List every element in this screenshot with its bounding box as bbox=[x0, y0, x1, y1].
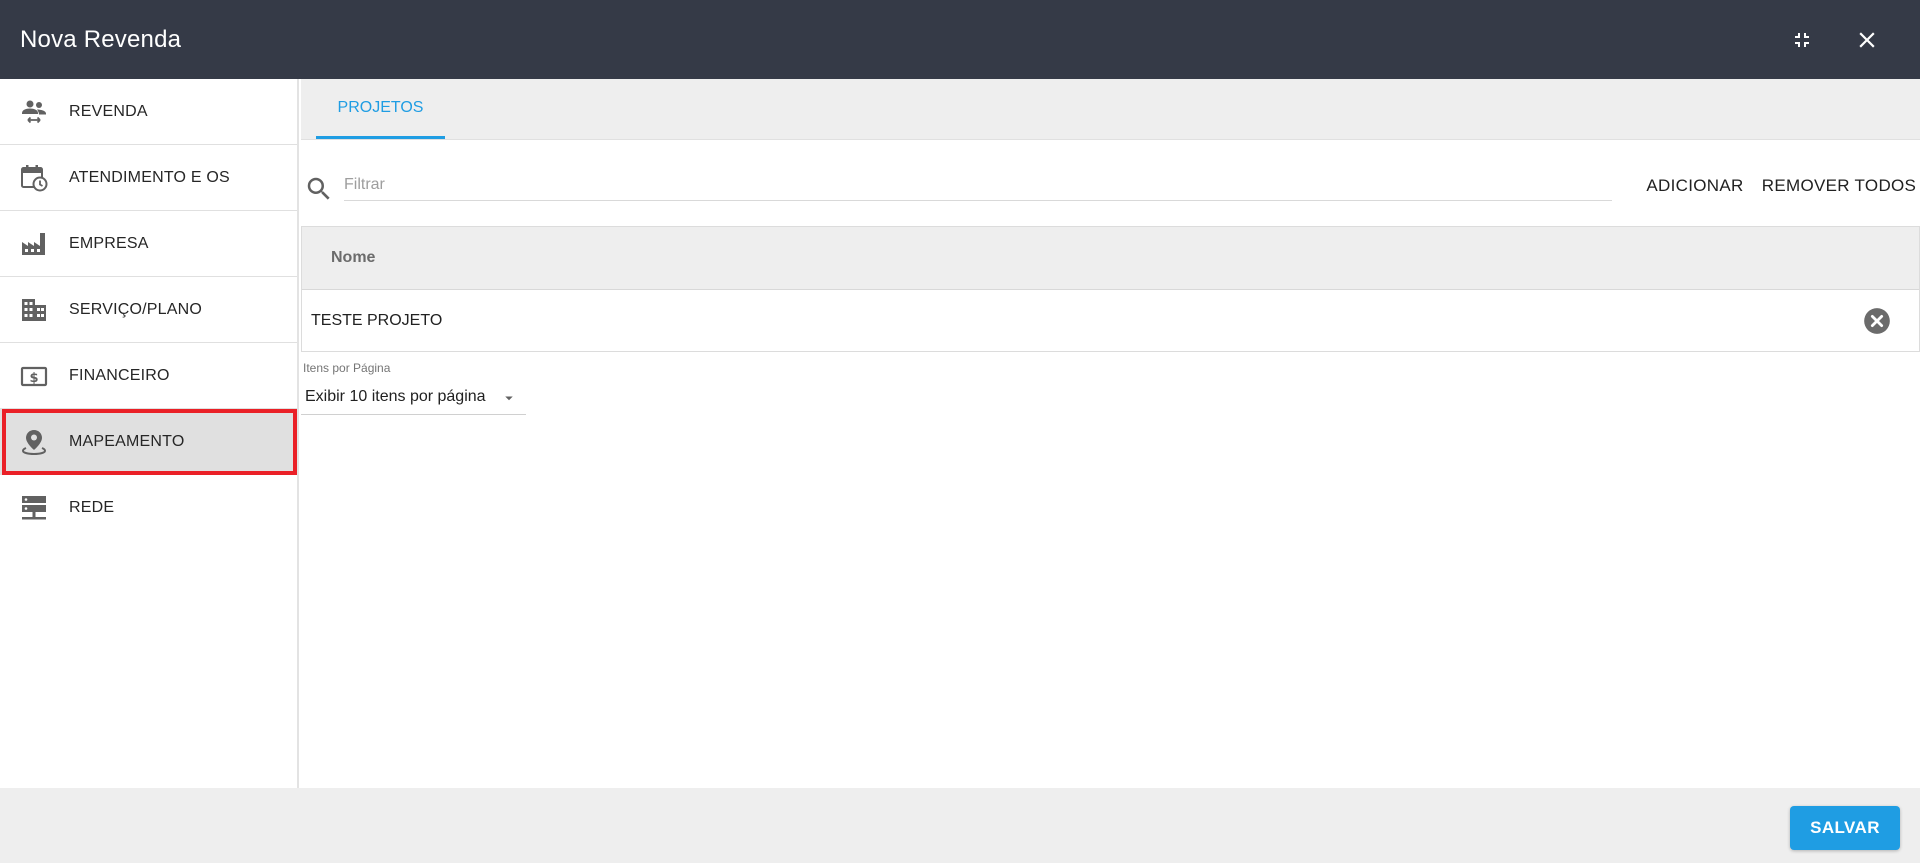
sidebar-item-empresa[interactable]: EMPRESA bbox=[0, 211, 297, 277]
dialog-title: Nova Revenda bbox=[20, 25, 182, 53]
filter-input[interactable] bbox=[344, 169, 1612, 201]
items-per-page-select[interactable]: Exibir 10 itens por página bbox=[301, 379, 526, 415]
save-button[interactable]: SALVAR bbox=[1790, 806, 1900, 850]
items-per-page-value: Exibir 10 itens por página bbox=[305, 387, 486, 405]
close-button[interactable] bbox=[1847, 20, 1887, 60]
calendar-clock-icon bbox=[21, 165, 48, 192]
factory-icon bbox=[22, 233, 45, 255]
projects-table: Nome TESTE PROJETO bbox=[301, 226, 1920, 352]
project-name: TESTE PROJETO bbox=[311, 311, 443, 329]
sidebar-item-label: FINANCEIRO bbox=[69, 366, 170, 384]
sidebar: REVENDA ATENDIMENTO E OS EMPRESA SERVIÇO… bbox=[0, 79, 299, 788]
sidebar-item-servico-plano[interactable]: SERVIÇO/PLANO bbox=[0, 277, 297, 343]
remove-row-icon[interactable] bbox=[1863, 307, 1891, 335]
sidebar-item-label: MAPEAMENTO bbox=[69, 432, 185, 450]
tab-bar: PROJETOS bbox=[301, 79, 1920, 140]
exit-fullscreen-button[interactable] bbox=[1782, 20, 1822, 60]
people-transfer-icon bbox=[22, 100, 46, 124]
search-icon bbox=[307, 177, 330, 200]
sidebar-item-revenda[interactable]: REVENDA bbox=[0, 79, 297, 145]
dialog-footer: SALVAR bbox=[0, 788, 1920, 863]
close-icon bbox=[1859, 32, 1875, 48]
building-icon bbox=[22, 299, 46, 321]
sidebar-item-label: ATENDIMENTO E OS bbox=[69, 168, 230, 186]
sidebar-item-label: EMPRESA bbox=[69, 234, 149, 252]
fullscreen-exit-icon bbox=[1795, 33, 1809, 47]
sidebar-item-financeiro[interactable]: $ FINANCEIRO bbox=[0, 343, 297, 409]
sidebar-item-mapeamento[interactable]: MAPEAMENTO bbox=[0, 409, 297, 475]
sidebar-item-label: REDE bbox=[69, 499, 115, 516]
tab-projetos[interactable]: PROJETOS bbox=[316, 79, 445, 139]
sidebar-item-label: SERVIÇO/PLANO bbox=[69, 300, 203, 318]
add-button[interactable]: ADICIONAR bbox=[1629, 169, 1761, 203]
dialog-header: Nova Revenda bbox=[0, 0, 1920, 79]
sidebar-item-atendimento[interactable]: ATENDIMENTO E OS bbox=[0, 145, 297, 211]
sidebar-item-label: REVENDA bbox=[69, 102, 148, 120]
server-network-icon bbox=[22, 496, 46, 520]
sidebar-item-rede[interactable]: REDE bbox=[0, 475, 297, 541]
column-header-nome[interactable]: Nome bbox=[302, 227, 1919, 290]
main-content: PROJETOS ADICIONAR REMOVER TODOS Nome TE… bbox=[301, 79, 1920, 788]
money-icon: $ bbox=[20, 366, 48, 387]
svg-text:$: $ bbox=[29, 371, 38, 386]
chevron-down-icon bbox=[505, 396, 513, 401]
items-per-page-label: Itens por Página bbox=[303, 361, 391, 375]
table-row[interactable]: TESTE PROJETO bbox=[302, 290, 1919, 351]
remove-all-button[interactable]: REMOVER TODOS bbox=[1754, 169, 1920, 203]
map-pin-icon bbox=[21, 430, 47, 456]
